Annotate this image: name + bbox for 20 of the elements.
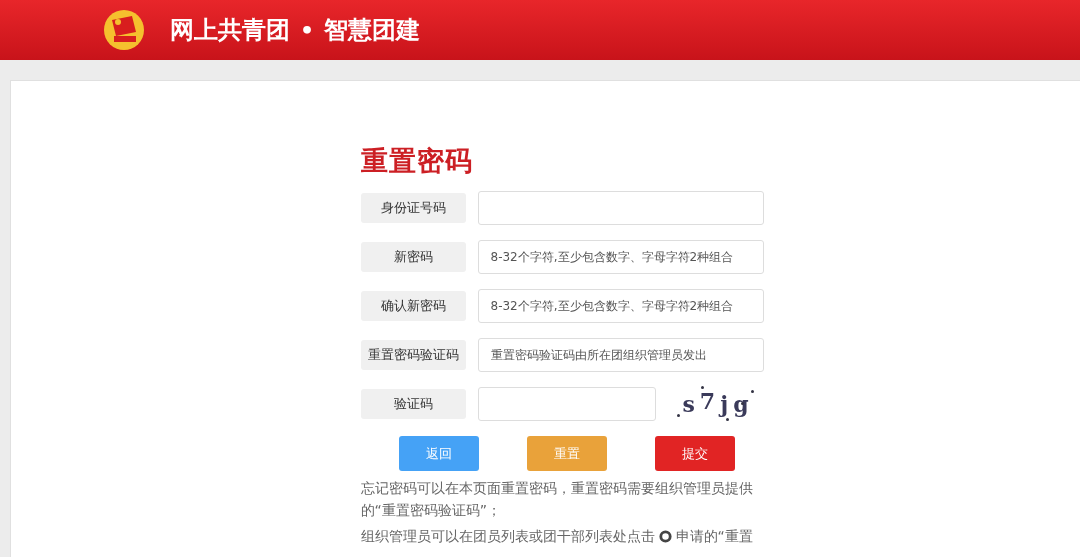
form-title: 重置密码 [360,144,474,178]
input-field[interactable] [477,191,764,225]
site-subtitle: 智慧团建 [324,15,421,46]
field-label: 身份证号码 [360,193,466,223]
field-label: 新密码 [360,242,466,272]
help-text: 组织管理员可以在团员列表或团干部列表处点击 [360,527,655,546]
form-button[interactable]: 提交 [654,436,735,471]
title-separator: • [299,17,316,43]
input-field[interactable]: 8-32个字符,至少包含数字、字母字符2种组合 [477,289,764,323]
field-label: 验证码 [360,389,466,419]
help-text: 申请的“重置 [675,527,753,546]
field-label: 重置密码验证码 [360,340,466,370]
help-text: 忘记密码可以在本页面重置密码，重置密码需要组织管理员提供的“重置密码验证码”； [360,479,754,520]
emblem-logo [102,8,146,52]
field-label: 确认新密码 [360,291,466,321]
site-title: 网上共青团 [170,15,290,46]
input-field[interactable] [477,387,656,421]
form-button[interactable]: 返回 [398,436,479,471]
input-field[interactable]: 重置密码验证码由所在团组织管理员发出 [477,338,764,372]
input-field[interactable]: 8-32个字符,至少包含数字、字母字符2种组合 [477,240,764,274]
